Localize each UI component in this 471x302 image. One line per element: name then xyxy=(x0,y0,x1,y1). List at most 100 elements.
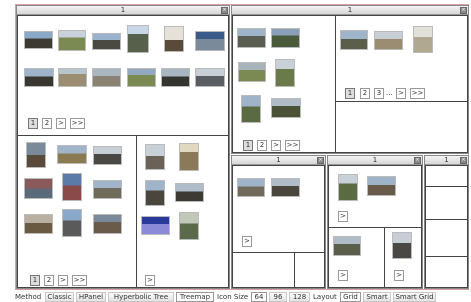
panel-mid-a-titlebar[interactable]: 1 xyxy=(232,156,325,165)
section-top-right-right: 1 2 3 ... > >> xyxy=(335,15,468,102)
section-mid-a-bottom-right xyxy=(294,252,325,288)
photo-thumbnail[interactable] xyxy=(141,216,170,235)
next-page-button[interactable]: > xyxy=(56,118,66,129)
panel-mid-b-titlebar[interactable]: 1 xyxy=(328,156,422,165)
photo-thumbnail[interactable] xyxy=(161,68,190,87)
panel-main: 1 × 1 2 > >> 1 2 > >> > xyxy=(16,5,230,289)
panel-top-right: 1 × 1 2 > >> 1 2 3 ... > >> xyxy=(231,5,469,154)
next-page-button[interactable]: > xyxy=(271,140,281,151)
photo-thumbnail[interactable] xyxy=(24,31,53,49)
photo-thumbnail[interactable] xyxy=(392,232,412,259)
section-upper: 1 2 > >> xyxy=(17,15,229,136)
method-treemap-button[interactable]: Treemap xyxy=(176,292,214,302)
photo-thumbnail[interactable] xyxy=(238,62,266,82)
section-mid-c-1 xyxy=(425,165,468,187)
close-icon[interactable]: × xyxy=(317,157,324,164)
photo-thumbnail[interactable] xyxy=(338,174,358,201)
photo-thumbnail[interactable] xyxy=(26,142,46,168)
last-page-button[interactable]: >> xyxy=(72,275,87,286)
photo-thumbnail[interactable] xyxy=(179,143,199,171)
next-page-button[interactable]: > xyxy=(242,236,252,247)
section-lower-left: 1 2 > >> xyxy=(17,135,137,288)
icon-size-96-button[interactable]: 96 xyxy=(269,292,287,302)
photo-thumbnail[interactable] xyxy=(271,98,301,118)
photo-thumbnail[interactable] xyxy=(58,68,87,87)
layout-grid-button[interactable]: Grid xyxy=(340,292,361,302)
photo-thumbnail[interactable] xyxy=(179,212,199,240)
photo-thumbnail[interactable] xyxy=(93,180,122,199)
photo-thumbnail[interactable] xyxy=(145,144,165,170)
photo-thumbnail[interactable] xyxy=(333,236,361,256)
photo-thumbnail[interactable] xyxy=(92,33,121,50)
photo-thumbnail[interactable] xyxy=(58,30,86,51)
photo-thumbnail[interactable] xyxy=(175,183,204,202)
page-button-2[interactable]: 2 xyxy=(257,140,267,151)
photo-thumbnail[interactable] xyxy=(237,28,266,48)
photo-thumbnail[interactable] xyxy=(57,145,87,164)
page-button-3[interactable]: 3 xyxy=(374,88,384,99)
page-button-1[interactable]: 1 xyxy=(243,140,253,151)
photo-thumbnail[interactable] xyxy=(145,180,165,206)
section-lower-right: > xyxy=(136,135,229,288)
photo-thumbnail[interactable] xyxy=(93,146,122,165)
next-page-button[interactable]: > xyxy=(338,211,348,222)
close-icon[interactable]: × xyxy=(460,157,467,164)
photo-thumbnail[interactable] xyxy=(237,178,265,197)
photo-thumbnail[interactable] xyxy=(241,95,261,123)
method-hyperbolic-tree-button[interactable]: Hyperbolic Tree xyxy=(108,292,174,302)
last-page-button[interactable]: >> xyxy=(285,140,300,151)
close-icon[interactable]: × xyxy=(460,7,467,14)
panel-main-titlebar[interactable]: 1 xyxy=(17,6,229,15)
photo-thumbnail[interactable] xyxy=(127,68,156,87)
photo-thumbnail[interactable] xyxy=(62,173,82,201)
photo-thumbnail[interactable] xyxy=(340,30,368,50)
section-top-right-left: 1 2 > >> xyxy=(232,15,336,153)
photo-thumbnail[interactable] xyxy=(93,214,122,234)
photo-thumbnail[interactable] xyxy=(271,28,300,48)
page-button-1[interactable]: 1 xyxy=(28,118,38,129)
layout-smart-grid-button[interactable]: Smart Grid xyxy=(393,292,436,302)
panel-mid-a: 1 × > xyxy=(231,155,326,289)
photo-thumbnail[interactable] xyxy=(92,68,121,87)
photo-thumbnail[interactable] xyxy=(275,59,295,87)
photo-thumbnail[interactable] xyxy=(24,214,53,234)
photo-thumbnail[interactable] xyxy=(24,68,54,87)
next-page-button[interactable]: > xyxy=(145,275,155,286)
next-page-button[interactable]: > xyxy=(396,88,406,99)
last-page-button[interactable]: >> xyxy=(70,118,85,129)
next-page-button[interactable]: > xyxy=(58,275,68,286)
page-button-1[interactable]: 1 xyxy=(345,88,355,99)
photo-thumbnail[interactable] xyxy=(271,178,300,197)
close-icon[interactable]: × xyxy=(221,7,228,14)
photo-thumbnail[interactable] xyxy=(127,25,149,53)
photo-thumbnail[interactable] xyxy=(195,68,225,87)
panel-top-right-titlebar[interactable]: 1 xyxy=(232,6,468,15)
method-hpanel-button[interactable]: HPanel xyxy=(76,292,106,302)
close-icon[interactable]: × xyxy=(414,157,421,164)
icon-size-64-button[interactable]: 64 xyxy=(251,292,267,302)
page-button-2[interactable]: 2 xyxy=(42,118,52,129)
photo-thumbnail[interactable] xyxy=(367,176,396,196)
photo-thumbnail[interactable] xyxy=(374,31,403,50)
method-classic-button[interactable]: Classic xyxy=(45,292,74,302)
next-page-button[interactable]: > xyxy=(394,270,404,281)
section-mid-b-bottom-right: > xyxy=(384,227,422,288)
photo-thumbnail[interactable] xyxy=(413,26,433,53)
photo-thumbnail[interactable] xyxy=(62,209,82,237)
photo-thumbnail[interactable] xyxy=(164,26,184,52)
layout-label: Layout xyxy=(313,293,337,301)
panel-title: 1 xyxy=(120,6,126,14)
photo-thumbnail[interactable] xyxy=(24,178,53,199)
next-page-button[interactable]: > xyxy=(338,270,348,281)
bottom-toolbar: Method Classic HPanel Hyperbolic Tree Tr… xyxy=(15,291,469,302)
icon-size-128-button[interactable]: 128 xyxy=(289,292,310,302)
panel-mid-c: 1 × xyxy=(424,155,469,289)
icon-size-label: Icon Size xyxy=(217,293,249,301)
photo-thumbnail[interactable] xyxy=(195,31,225,51)
page-button-1[interactable]: 1 xyxy=(30,275,40,286)
last-page-button[interactable]: >> xyxy=(410,88,425,99)
section-mid-c-3 xyxy=(425,219,468,257)
layout-smart-button[interactable]: Smart xyxy=(363,292,391,302)
page-button-2[interactable]: 2 xyxy=(360,88,370,99)
page-button-2[interactable]: 2 xyxy=(44,275,54,286)
